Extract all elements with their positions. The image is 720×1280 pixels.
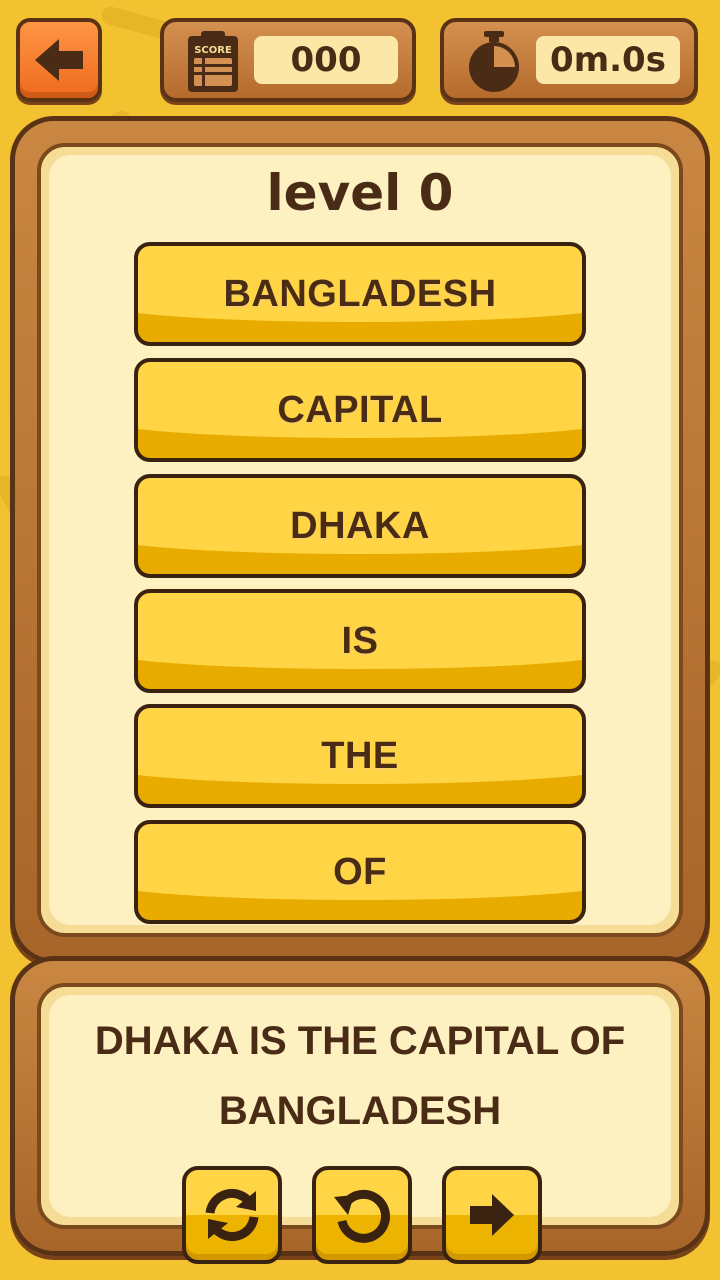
word-button[interactable]: IS: [134, 589, 586, 693]
back-button[interactable]: [16, 18, 102, 102]
word-button[interactable]: OF: [134, 820, 586, 924]
arrow-left-icon: [35, 39, 83, 81]
stopwatch-icon: [469, 31, 519, 92]
reset-icon: [334, 1189, 390, 1243]
reset-button[interactable]: [312, 1166, 412, 1264]
level-title: level 0: [266, 164, 454, 222]
clipboard-icon: SCORE: [188, 31, 238, 92]
timer-value: 0m.0s: [536, 36, 680, 84]
word-button[interactable]: THE: [134, 704, 586, 808]
shuffle-button[interactable]: [182, 1166, 282, 1264]
answer-sentence: DHAKA IS THE CAPITAL OF BANGLADESH: [94, 1019, 626, 1133]
word-button[interactable]: BANGLADESH: [134, 242, 586, 346]
next-button[interactable]: [442, 1166, 542, 1264]
svg-text:SCORE: SCORE: [194, 45, 232, 56]
word-button[interactable]: CAPITAL: [134, 358, 586, 462]
arrow-right-icon: [470, 1194, 514, 1236]
shuffle-icon: [205, 1189, 259, 1241]
timer-panel: 0m.0s: [440, 18, 698, 102]
score-value: 000: [254, 36, 398, 84]
score-panel: SCORE 000: [160, 18, 416, 102]
word-button[interactable]: DHAKA: [134, 474, 586, 578]
